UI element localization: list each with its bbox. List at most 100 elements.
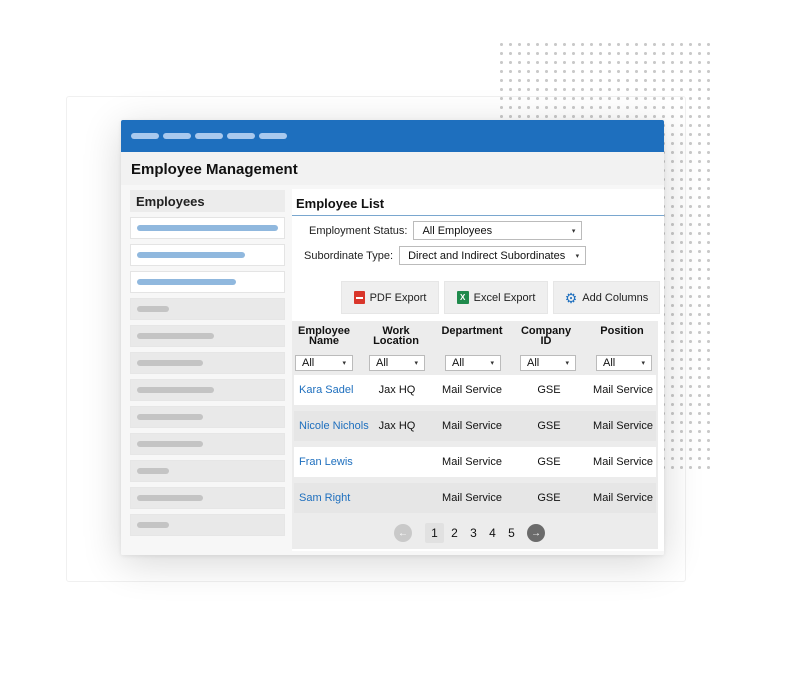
work-location-cell: Jax HQ	[378, 420, 416, 432]
title-bar-placeholder	[195, 133, 223, 139]
placeholder-bar	[137, 333, 214, 339]
employment-status-value: All Employees	[422, 224, 493, 237]
department-cell: Mail Service	[442, 420, 502, 432]
subordinate-type-filter: Subordinate Type: Direct and Indirect Su…	[304, 246, 587, 265]
app-window: Employee Management Employees Employee L…	[121, 120, 664, 555]
column-header-employee-name[interactable]: Employee Name	[294, 326, 354, 347]
position-cell: Mail Service	[593, 492, 653, 504]
company-id-cell: GSE	[537, 420, 561, 432]
employment-status-label: Employment Status:	[309, 224, 408, 237]
sidebar-item[interactable]	[130, 460, 285, 482]
sidebar: Employees	[130, 190, 285, 536]
add-columns-label: Add Columns	[582, 291, 649, 304]
placeholder-bar	[137, 495, 203, 501]
column-header-work-location[interactable]: Work Location	[368, 326, 424, 347]
column-header-line: Name	[309, 335, 339, 347]
chevron-down-icon: ▾	[490, 360, 494, 367]
chevron-down-icon: ▾	[565, 360, 569, 367]
work-location-filter-select[interactable]: All ▾	[369, 355, 425, 371]
filter-value: All	[527, 357, 540, 369]
sidebar-item[interactable]	[130, 325, 285, 347]
table-row: Nicole Nichols Jax HQ Mail Service GSE M…	[294, 411, 656, 441]
work-location-cell: Jax HQ	[378, 384, 416, 396]
placeholder-bar	[137, 252, 245, 258]
placeholder-bar	[137, 522, 169, 528]
content-area: Employees Employee List Employment Statu…	[121, 185, 664, 555]
pdf-export-label: PDF Export	[369, 291, 427, 304]
placeholder-bar	[137, 387, 214, 393]
filter-value: All	[376, 357, 389, 369]
title-bar-placeholder	[131, 133, 159, 139]
column-header-line: Position	[600, 325, 644, 337]
chevron-down-icon: ▾	[575, 252, 580, 260]
position-cell: Mail Service	[593, 456, 653, 468]
column-header-department[interactable]: Department	[438, 325, 506, 337]
chevron-down-icon: ▾	[571, 227, 576, 235]
sidebar-item[interactable]	[130, 514, 285, 536]
placeholder-bar	[137, 225, 278, 231]
department-cell: Mail Service	[442, 456, 502, 468]
previous-page-arrow-icon[interactable]: ←	[394, 524, 412, 542]
placeholder-bar	[137, 468, 169, 474]
title-bar-placeholder	[227, 133, 255, 139]
table-row: Kara Sadel Jax HQ Mail Service GSE Mail …	[294, 375, 656, 405]
department-cell: Mail Service	[442, 492, 502, 504]
excel-file-icon: X	[456, 291, 469, 304]
department-cell: Mail Service	[442, 384, 502, 396]
employee-name-link[interactable]: Sam Right	[299, 492, 350, 504]
add-columns-button[interactable]: ⚙ Add Columns	[553, 281, 660, 314]
page-number[interactable]: 3	[464, 526, 483, 540]
column-header-line: Department	[441, 325, 503, 337]
employee-name-link[interactable]: Nicole Nichols	[299, 420, 369, 432]
page-number[interactable]: 4	[483, 526, 502, 540]
filter-value: All	[603, 357, 616, 369]
table-row: Sam Right Mail Service GSE Mail Service	[294, 483, 656, 513]
employee-name-link[interactable]: Fran Lewis	[299, 456, 353, 468]
excel-export-button[interactable]: X Excel Export	[444, 281, 548, 314]
chevron-down-icon: ▾	[342, 360, 346, 367]
page-number[interactable]: 5	[502, 526, 521, 540]
pagination: ← 1 2 3 4 5 →	[394, 523, 545, 543]
position-cell: Mail Service	[593, 420, 653, 432]
employee-list-panel: Employee List Employment Status: All Emp…	[292, 189, 664, 551]
placeholder-bar	[137, 306, 169, 312]
sidebar-item[interactable]	[130, 406, 285, 428]
chevron-down-icon: ▾	[414, 360, 418, 367]
sidebar-item[interactable]	[130, 379, 285, 401]
title-bar	[121, 120, 664, 152]
pdf-file-icon	[353, 291, 365, 304]
placeholder-bar	[137, 279, 236, 285]
placeholder-bar	[137, 414, 203, 420]
column-header-company-id[interactable]: Company ID	[518, 326, 574, 347]
sidebar-item[interactable]	[130, 244, 285, 266]
column-header-line: ID	[540, 335, 552, 347]
filter-value: All	[302, 357, 315, 369]
sidebar-item[interactable]	[130, 298, 285, 320]
placeholder-bar	[137, 360, 203, 366]
pdf-export-button[interactable]: PDF Export	[341, 281, 439, 314]
employee-table: Employee Name Work Location Department C…	[292, 321, 658, 549]
sidebar-item[interactable]	[130, 271, 285, 293]
sidebar-item[interactable]	[130, 352, 285, 374]
sidebar-item[interactable]	[130, 433, 285, 455]
position-filter-select[interactable]: All ▾	[596, 355, 652, 371]
next-page-arrow-icon[interactable]: →	[527, 524, 545, 542]
company-id-filter-select[interactable]: All ▾	[520, 355, 576, 371]
sidebar-item[interactable]	[130, 487, 285, 509]
column-header-position[interactable]: Position	[592, 325, 652, 337]
page-number[interactable]: 2	[445, 526, 464, 540]
table-row: Fran Lewis Mail Service GSE Mail Service	[294, 447, 656, 477]
employee-name-link[interactable]: Kara Sadel	[299, 384, 353, 396]
page-number-current[interactable]: 1	[425, 523, 444, 543]
employment-status-select[interactable]: All Employees ▾	[413, 221, 583, 240]
chevron-down-icon: ▾	[641, 360, 645, 367]
subordinate-type-select[interactable]: Direct and Indirect Subordinates ▾	[399, 246, 587, 265]
department-filter-select[interactable]: All ▾	[445, 355, 501, 371]
title-bar-placeholder	[163, 133, 191, 139]
sidebar-item[interactable]	[130, 217, 285, 239]
employment-status-filter: Employment Status: All Employees ▾	[309, 221, 583, 240]
excel-export-label: Excel Export	[473, 291, 536, 304]
subordinate-type-value: Direct and Indirect Subordinates	[408, 249, 566, 262]
placeholder-bar	[137, 441, 203, 447]
employee-name-filter-select[interactable]: All ▾	[295, 355, 353, 371]
